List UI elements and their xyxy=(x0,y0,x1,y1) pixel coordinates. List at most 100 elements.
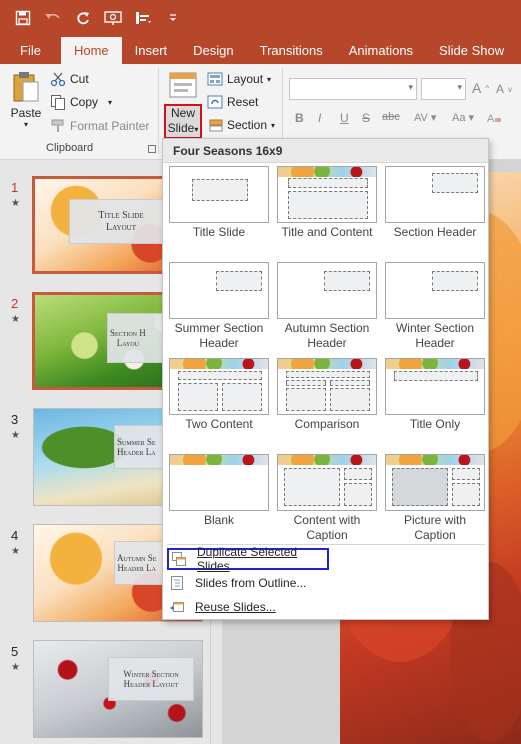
clear-formatting-icon: A xyxy=(487,113,501,125)
layout-label: Comparison xyxy=(294,417,360,431)
paste-icon xyxy=(13,72,39,102)
character-spacing-button[interactable]: AV ▾ xyxy=(414,111,436,124)
slide-number: 2 xyxy=(11,296,19,311)
layout-label: Title and Content xyxy=(281,225,373,239)
slideshow-from-start-icon[interactable] xyxy=(102,7,124,29)
layout-two-content[interactable]: Two Content xyxy=(169,358,269,432)
dialog-launcher-icon[interactable] xyxy=(148,145,156,153)
quick-access-toolbar xyxy=(0,0,521,36)
reuse-slides-icon xyxy=(169,599,185,615)
layout-title-and-content[interactable]: Title and Content xyxy=(277,166,377,240)
layout-preview xyxy=(385,262,485,319)
chevron-down-icon: ▾ xyxy=(267,74,272,84)
layout-label: Blank xyxy=(203,513,235,527)
layout-label: Summer Section Header xyxy=(174,321,264,350)
duplicate-selected-slides-item[interactable]: Duplicate Selected Slides xyxy=(167,545,329,573)
tab-design[interactable]: Design xyxy=(180,36,246,64)
clipboard-group-label: Clipboard xyxy=(46,142,94,154)
tab-home[interactable]: Home xyxy=(60,37,122,64)
bold-button[interactable]: B xyxy=(295,111,304,125)
layout-preview xyxy=(277,262,377,319)
slide-thumbnail-5[interactable]: 5 ★ Winter Section Header Layout xyxy=(0,640,210,740)
layout-title-slide[interactable]: Title Slide xyxy=(169,166,269,240)
slides-from-outline-item[interactable]: Slides from Outline... xyxy=(167,572,485,594)
shadow-button[interactable]: S xyxy=(362,111,370,125)
chevron-down-icon: ▾ xyxy=(271,120,276,130)
paste-button[interactable]: Paste ▾ xyxy=(8,70,44,129)
layout-preview xyxy=(385,454,485,511)
slide-number: 4 xyxy=(11,528,19,543)
slide-number: 1 xyxy=(11,180,19,195)
layout-label: Two Content xyxy=(185,417,253,431)
layout-section-header[interactable]: Section Header xyxy=(385,166,485,240)
increase-font-size-button[interactable]: A ^ xyxy=(472,80,489,96)
layout-preview xyxy=(277,166,377,223)
undo-icon[interactable] xyxy=(42,7,64,29)
strikethrough-button[interactable]: abc xyxy=(382,111,400,123)
redo-icon[interactable] xyxy=(72,7,94,29)
decrease-font-size-button[interactable]: Av xyxy=(496,82,512,96)
section-icon xyxy=(209,119,223,132)
reset-icon xyxy=(207,95,223,109)
touch-mode-icon[interactable] xyxy=(132,7,154,29)
layout-summer-section-header[interactable]: Summer Section Header xyxy=(169,262,269,351)
reset-label: Reset xyxy=(227,95,259,109)
customize-qat-icon[interactable] xyxy=(162,7,184,29)
reuse-slides-item[interactable]: Reuse Slides... xyxy=(167,596,485,618)
layout-label: Winter Section Header xyxy=(395,321,475,350)
ribbon-tabs: File Home Insert Design Transitions Anim… xyxy=(0,36,521,64)
scissors-icon xyxy=(50,72,66,87)
clear-formatting-button[interactable]: A xyxy=(486,111,502,125)
layout-label: Picture with Caption xyxy=(403,513,467,542)
animation-star-icon: ★ xyxy=(11,546,20,557)
copy-label: Copy xyxy=(70,95,99,109)
font-size-combo[interactable]: ▾ xyxy=(421,78,466,100)
layout-label: Autumn Section Header xyxy=(284,321,370,350)
layout-autumn-section-header[interactable]: Autumn Section Header xyxy=(277,262,377,351)
tab-transitions[interactable]: Transitions xyxy=(247,36,336,64)
tab-insert[interactable]: Insert xyxy=(122,36,181,64)
layout-label: Layout xyxy=(227,72,264,86)
layout-comparison[interactable]: Comparison xyxy=(277,358,377,432)
layout-blank[interactable]: Blank xyxy=(169,454,269,528)
tab-slide-show[interactable]: Slide Show xyxy=(426,36,517,64)
copy-icon xyxy=(51,95,65,110)
tab-animations[interactable]: Animations xyxy=(336,36,426,64)
menu-item-label: Duplicate Selected Slides xyxy=(197,545,298,573)
format-painter-label: Format Painter xyxy=(70,119,150,133)
layout-label: Title Only xyxy=(409,417,461,431)
change-case-button[interactable]: Aa ▾ xyxy=(452,111,474,124)
reset-button[interactable]: Reset xyxy=(207,95,258,109)
layout-button[interactable]: Layout ▾ xyxy=(207,72,271,86)
layout-preview xyxy=(385,358,485,415)
tab-file[interactable]: File xyxy=(0,36,61,64)
layout-winter-section-header[interactable]: Winter Section Header xyxy=(385,262,485,351)
layout-picture-with-caption[interactable]: Picture with Caption xyxy=(385,454,485,543)
layout-label: Section Header xyxy=(393,225,477,239)
new-slide-icon[interactable] xyxy=(166,70,200,102)
slide-preview: Winter Section Header Layout xyxy=(33,640,203,738)
layout-title-only[interactable]: Title Only xyxy=(385,358,485,432)
layout-preview xyxy=(169,166,269,223)
new-slide-gallery: Four Seasons 16x9 Title Slide Title and … xyxy=(162,138,489,620)
chevron-down-icon: ▾ xyxy=(457,82,462,92)
paste-label: Paste xyxy=(10,106,42,120)
chevron-down-icon: ▾ xyxy=(194,125,199,134)
slide-title: Title Slide Layout xyxy=(69,199,173,244)
new-slide-label-line2: Slide▾ xyxy=(167,121,199,135)
copy-button[interactable]: Copy ▾ xyxy=(50,94,112,110)
menu-item-label: Slides from Outline... xyxy=(195,576,307,590)
svg-text:A: A xyxy=(487,113,495,125)
italic-button[interactable]: I xyxy=(318,111,321,125)
cut-button[interactable]: Cut xyxy=(50,71,89,87)
format-painter-button[interactable]: Format Painter xyxy=(50,118,149,134)
format-painter-icon xyxy=(51,119,64,132)
underline-button[interactable]: U xyxy=(340,111,349,125)
new-slide-button[interactable]: New Slide▾ xyxy=(164,104,202,139)
chevron-down-icon: ▾ xyxy=(23,120,28,129)
section-label: Section xyxy=(227,118,268,132)
font-name-combo[interactable]: ▾ xyxy=(289,78,417,100)
layout-content-with-caption[interactable]: Content with Caption xyxy=(277,454,377,543)
section-button[interactable]: Section ▾ xyxy=(207,118,275,132)
save-icon[interactable] xyxy=(12,7,34,29)
